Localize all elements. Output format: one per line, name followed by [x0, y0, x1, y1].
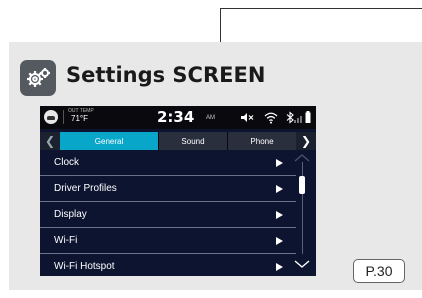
infotainment-screen: OUT TEMP 71°F 2:34 AM ❮ General Sound Ph… — [40, 106, 316, 276]
play-arrow-icon — [276, 237, 283, 245]
list-item-clock[interactable]: Clock — [40, 150, 296, 176]
wifi-icon — [264, 112, 278, 124]
list-item-wifi-hotspot[interactable]: Wi-Fi Hotspot — [40, 254, 296, 276]
bluetooth-icon — [286, 111, 294, 124]
list-item-label: Wi-Fi Hotspot — [54, 261, 115, 272]
gear-icon-badge — [20, 60, 56, 96]
list-item-label: Clock — [54, 157, 80, 168]
out-temp-value: 71°F — [71, 114, 88, 123]
page-title: Settings SCREEN — [66, 63, 266, 87]
list-item-wifi[interactable]: Wi-Fi — [40, 228, 296, 254]
play-arrow-icon — [276, 185, 283, 193]
list-item-driver-profiles[interactable]: Driver Profiles — [40, 176, 296, 202]
tab-prev-arrow-icon[interactable]: ❮ — [40, 132, 60, 150]
play-arrow-icon — [276, 263, 283, 271]
scroll-up-chevron-icon[interactable] — [294, 154, 310, 162]
tab-sound[interactable]: Sound — [158, 132, 227, 150]
clock-time: 2:34 — [157, 108, 195, 126]
gear-icon — [27, 68, 50, 87]
list-item-label: Display — [54, 209, 87, 220]
play-arrow-icon — [276, 159, 283, 167]
tab-general[interactable]: General — [60, 132, 158, 150]
callout-line-horizontal — [220, 8, 422, 9]
status-divider — [63, 110, 64, 124]
list-item-label: Driver Profiles — [54, 183, 117, 194]
tab-next-arrow-icon[interactable]: ❯ — [296, 132, 316, 150]
mute-icon — [241, 113, 254, 122]
car-icon[interactable] — [44, 110, 58, 124]
play-arrow-icon — [276, 211, 283, 219]
tab-phone[interactable]: Phone — [227, 132, 296, 150]
list-item-label: Wi-Fi — [54, 235, 78, 246]
clock-ampm: AM — [206, 115, 215, 121]
callout-line-vertical — [220, 8, 221, 42]
status-bar: OUT TEMP 71°F 2:34 AM — [40, 106, 316, 129]
signal-icon — [294, 116, 302, 123]
tab-bar: ❮ General Sound Phone ❯ — [40, 132, 316, 150]
battery-icon — [305, 111, 311, 123]
scrollbar-thumb[interactable] — [299, 176, 305, 194]
scroll-down-chevron-icon[interactable] — [294, 260, 310, 268]
page-reference-badge: P.30 — [353, 259, 405, 283]
list-item-display[interactable]: Display — [40, 202, 296, 228]
